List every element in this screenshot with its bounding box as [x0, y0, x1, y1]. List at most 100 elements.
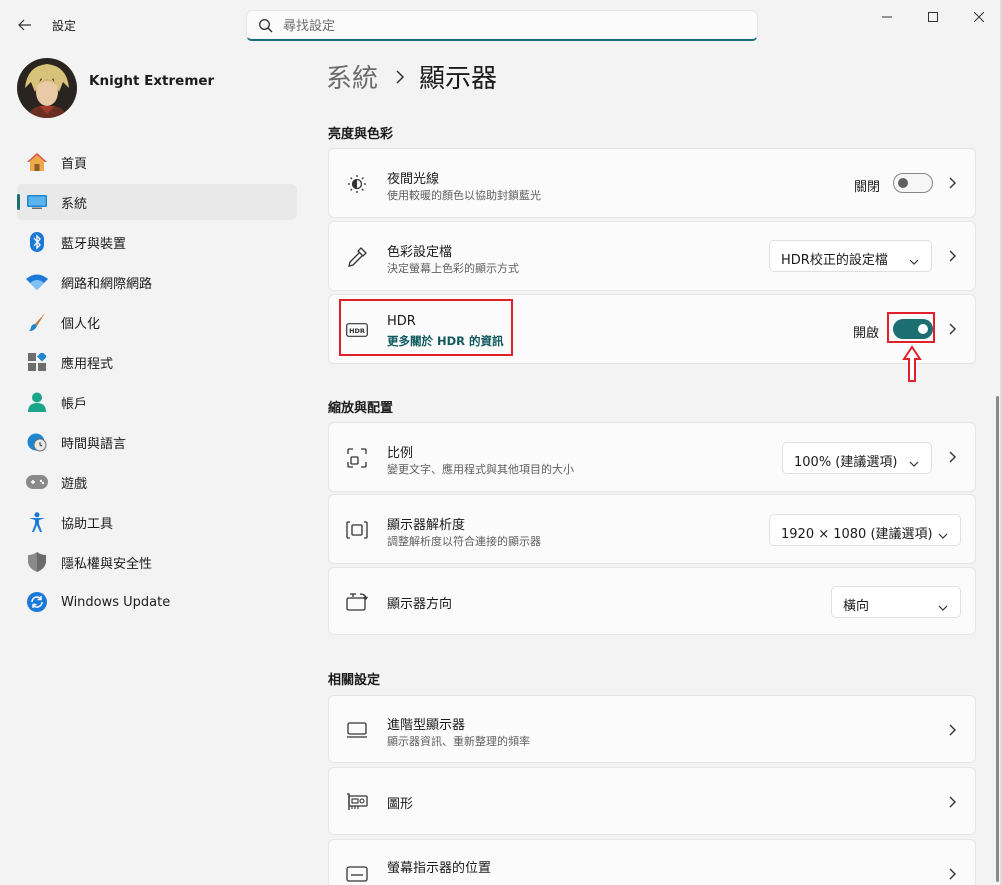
- chevron-down-icon: [909, 251, 919, 270]
- orientation-dropdown[interactable]: 橫向: [831, 586, 961, 618]
- sidebar-item-apps[interactable]: 應用程式: [17, 344, 297, 380]
- orientation-value: 橫向: [843, 599, 870, 614]
- maximize-icon: [928, 12, 938, 22]
- sidebar-item-personalization[interactable]: 個人化: [17, 304, 297, 340]
- chevron-down-icon: [938, 525, 948, 544]
- hdr-label-highlight: [339, 299, 513, 356]
- sidebar-item-network[interactable]: 網路和網際網路: [17, 264, 297, 300]
- sidebar-item-accounts[interactable]: 帳戶: [17, 384, 297, 420]
- night-light-title: 夜間光線: [387, 172, 440, 187]
- graphics-row[interactable]: 圖形: [328, 767, 976, 835]
- title-bar: 設定: [0, 0, 1002, 48]
- breadcrumb: 系統 顯示器: [326, 58, 497, 95]
- sidebar-item-label: 隱私權與安全性: [61, 556, 153, 572]
- night-light-state: 關閉: [854, 180, 881, 195]
- chevron-right-icon: [947, 868, 959, 880]
- resolution-dropdown[interactable]: 1920 × 1080 (建議選項): [769, 514, 961, 546]
- color-profile-title: 色彩設定檔: [387, 245, 453, 260]
- brush-icon: [26, 311, 48, 333]
- sidebar-item-label: 藍牙與裝置: [61, 236, 127, 252]
- avatar[interactable]: [17, 58, 77, 118]
- bluetooth-icon: [26, 231, 48, 253]
- graphics-card-icon: [345, 790, 369, 814]
- sidebar-item-label: 應用程式: [61, 356, 114, 372]
- chevron-right-icon: [947, 250, 959, 262]
- pointer-location-row[interactable]: 螢幕指示器的位置: [328, 839, 976, 885]
- sidebar-item-label: 協助工具: [61, 516, 114, 532]
- sidebar-item-windows-update[interactable]: Windows Update: [17, 584, 297, 620]
- search-icon: [259, 19, 273, 33]
- resolution-value: 1920 × 1080 (建議選項): [781, 527, 933, 542]
- close-icon: [974, 12, 984, 22]
- graphics-title: 圖形: [387, 797, 414, 812]
- resolution-icon: [345, 518, 369, 542]
- user-avatar-icon: [17, 58, 77, 118]
- user-name: Knight Extremer: [89, 73, 215, 89]
- toggle-knob: [898, 178, 908, 188]
- sidebar-item-label: 網路和網際網路: [61, 276, 153, 292]
- gamepad-icon: [26, 471, 48, 493]
- chevron-right-icon: [947, 177, 959, 189]
- hdr-toggle-highlight: [887, 312, 935, 343]
- chevron-right-icon: [947, 796, 959, 808]
- chevron-right-icon: [947, 323, 959, 335]
- update-icon: [26, 591, 48, 613]
- account-icon: [26, 391, 48, 413]
- system-icon: [26, 191, 48, 213]
- chevron-down-icon: [938, 597, 948, 616]
- sidebar-item-gaming[interactable]: 遊戲: [17, 464, 297, 500]
- night-light-subtitle: 使用較暖的顏色以協助封鎖藍光: [387, 189, 541, 202]
- maximize-button[interactable]: [910, 0, 956, 34]
- pointer-location-title: 螢幕指示器的位置: [387, 861, 492, 876]
- sidebar-item-system[interactable]: 系統: [17, 184, 297, 220]
- chevron-right-icon: [947, 724, 959, 736]
- screen-indicator-icon: [345, 862, 369, 885]
- apps-icon: [26, 351, 48, 373]
- minimize-icon: [882, 16, 892, 18]
- back-arrow-icon: [18, 19, 31, 31]
- search-box[interactable]: [246, 10, 758, 41]
- sidebar-item-label: 首頁: [61, 156, 88, 172]
- advanced-display-row[interactable]: 進階型顯示器 顯示器資訊、重新整理的頻率: [328, 695, 976, 763]
- color-profile-row[interactable]: 色彩設定檔 決定螢幕上色彩的顯示方式 HDR校正的設定檔: [328, 221, 976, 291]
- resolution-row: 顯示器解析度 調整解析度以符合連接的顯示器 1920 × 1080 (建議選項): [328, 494, 976, 564]
- chevron-right-icon: [396, 69, 405, 84]
- orientation-title: 顯示器方向: [387, 597, 453, 612]
- sidebar-item-home[interactable]: 首頁: [17, 144, 297, 180]
- monitor-icon: [345, 718, 369, 742]
- night-light-row[interactable]: 夜間光線 使用較暖的顏色以協助封鎖藍光 關閉: [328, 148, 976, 218]
- sidebar-item-label: Windows Update: [61, 594, 171, 610]
- sidebar-item-privacy-security[interactable]: 隱私權與安全性: [17, 544, 297, 580]
- resolution-title: 顯示器解析度: [387, 518, 466, 533]
- night-light-toggle[interactable]: [893, 173, 933, 193]
- app-title: 設定: [52, 19, 77, 33]
- scale-subtitle: 變更文字、應用程式與其他項目的大小: [387, 463, 574, 476]
- sidebar-item-label: 帳戶: [61, 396, 88, 412]
- sidebar-item-label: 遊戲: [61, 476, 88, 492]
- back-button[interactable]: [10, 11, 40, 39]
- scrollbar[interactable]: [996, 396, 999, 882]
- sidebar-item-time-language[interactable]: 時間與語言: [17, 424, 297, 460]
- clock-globe-icon: [26, 431, 48, 453]
- sidebar-item-label: 系統: [61, 196, 88, 212]
- sidebar-item-accessibility[interactable]: 協助工具: [17, 504, 297, 540]
- advanced-display-title: 進階型顯示器: [387, 718, 466, 733]
- chevron-right-icon: [947, 451, 959, 463]
- sidebar-nav: 首頁 系統 藍牙與裝置 網路和網際網路 個人化 應用程式 帳戶 時間與語言 遊戲…: [17, 144, 297, 624]
- search-input[interactable]: [283, 15, 743, 37]
- color-profile-dropdown[interactable]: HDR校正的設定檔: [769, 240, 932, 272]
- annotation-arrow-icon: [902, 345, 922, 382]
- accessibility-icon: [26, 511, 48, 533]
- close-button[interactable]: [956, 0, 1002, 34]
- sidebar-item-label: 時間與語言: [61, 436, 127, 452]
- home-icon: [26, 151, 48, 173]
- breadcrumb-parent[interactable]: 系統: [326, 58, 378, 95]
- resolution-subtitle: 調整解析度以符合連接的顯示器: [387, 535, 541, 548]
- orientation-row: 顯示器方向 橫向: [328, 567, 976, 635]
- scale-icon: [345, 446, 369, 470]
- scale-row[interactable]: 比例 變更文字、應用程式與其他項目的大小 100% (建議選項): [328, 422, 976, 492]
- minimize-button[interactable]: [864, 0, 910, 34]
- sidebar-item-bluetooth[interactable]: 藍牙與裝置: [17, 224, 297, 260]
- section-title-brightness-color: 亮度與色彩: [328, 127, 394, 142]
- scale-dropdown[interactable]: 100% (建議選項): [782, 442, 932, 474]
